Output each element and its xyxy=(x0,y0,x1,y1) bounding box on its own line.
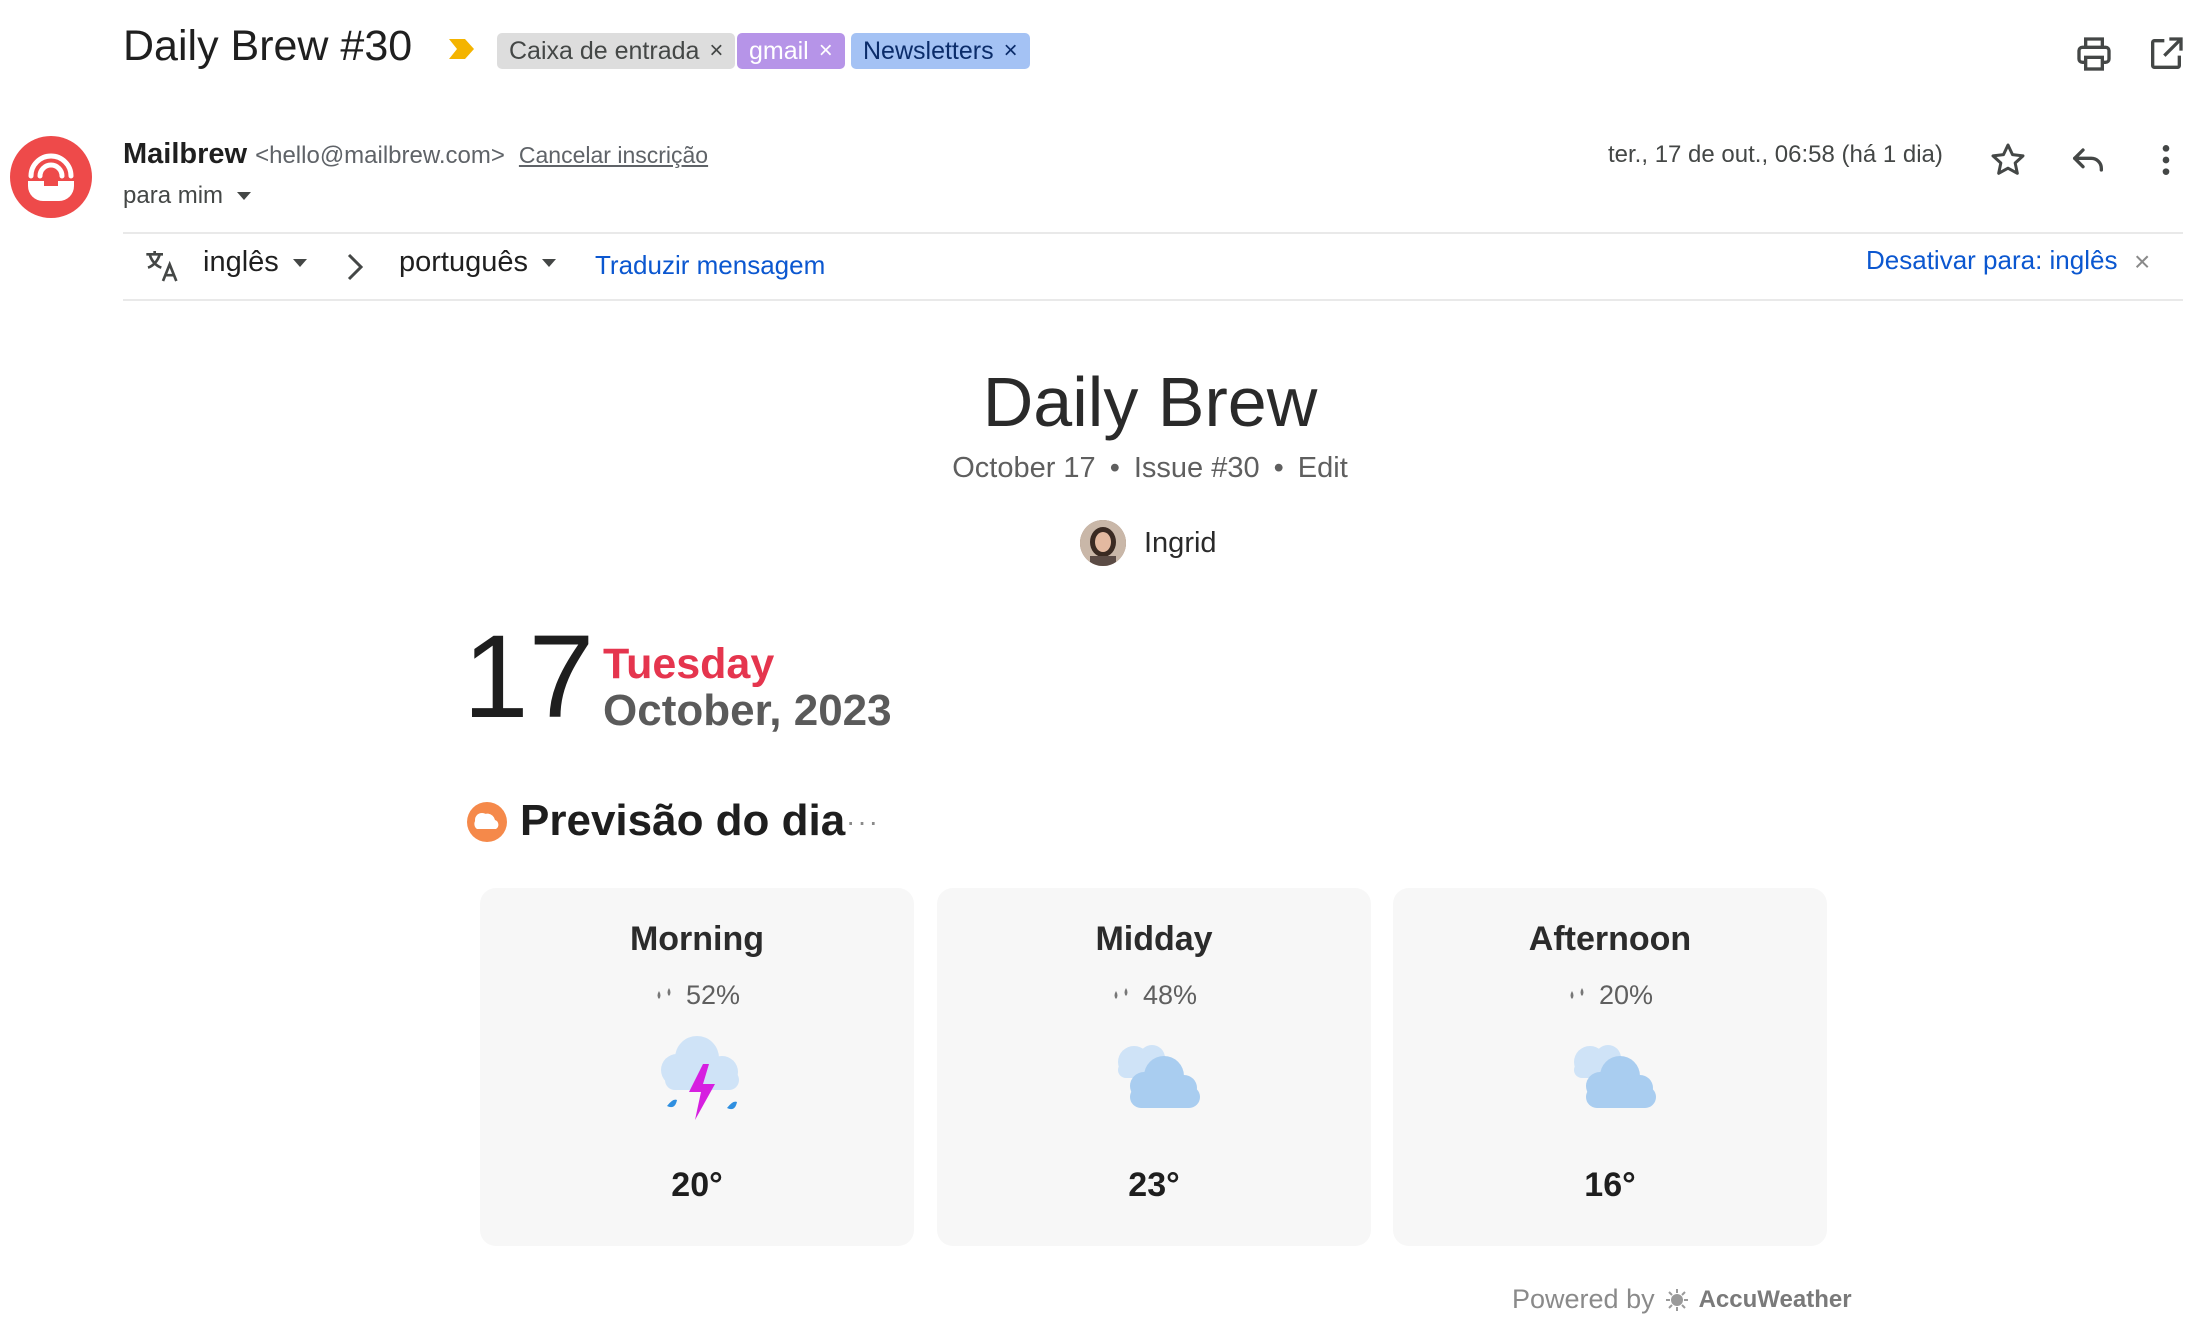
sender-email: <hello@mailbrew.com> xyxy=(255,142,505,169)
sender-avatar[interactable] xyxy=(10,136,92,218)
precipitation: 48% xyxy=(937,980,1371,1011)
star-icon[interactable] xyxy=(1988,140,2028,180)
period-name: Morning xyxy=(629,920,765,958)
email-date: ter., 17 de out., 06:58 (há 1 dia) xyxy=(1608,141,1943,168)
recipient-label: para mim xyxy=(123,182,224,209)
newsletter-title: Daily Brew xyxy=(982,363,1318,441)
temperature: 20° xyxy=(671,1166,723,1204)
caret-down-icon xyxy=(542,258,556,267)
period-name: Afternoon xyxy=(1528,920,1692,958)
day-number: 17 xyxy=(463,611,595,743)
sender-line: Mailbrew <hello@mailbrew.com> Cancelar i… xyxy=(123,138,708,171)
forecast-card-morning: Morning 52% 20° xyxy=(480,888,914,1246)
cloudy-icon xyxy=(1574,1045,1656,1108)
email-subject: Daily Brew #30 xyxy=(123,22,413,70)
remove-label-button[interactable]: × xyxy=(1004,33,1018,69)
label-name: Newsletters xyxy=(863,37,994,65)
author-name: Ingrid xyxy=(1144,526,1217,559)
raindrops-icon xyxy=(1114,987,1128,999)
period-name: Midday xyxy=(1095,920,1213,958)
weekday: Tuesday xyxy=(603,640,775,688)
label-chip-inbox: Caixa de entrada × xyxy=(497,33,736,69)
separator-dot: • xyxy=(1273,452,1284,484)
temperature: 16° xyxy=(1584,1166,1636,1204)
newsletter-meta: October 17 • Issue #30 • Edit xyxy=(0,452,2200,485)
caret-down-icon xyxy=(237,192,252,200)
newsletter-date: October 17 xyxy=(952,452,1096,484)
divider xyxy=(123,299,2183,301)
powered-by: Powered by AccuWeather xyxy=(1512,1284,1852,1315)
source-language-select[interactable]: inglês xyxy=(203,246,307,279)
raindrops-icon xyxy=(1570,987,1584,999)
unsubscribe-link[interactable]: Cancelar inscrição xyxy=(519,142,708,169)
translate-icon xyxy=(146,251,178,282)
target-language-select[interactable]: português xyxy=(399,246,556,279)
accuweather-sun-icon xyxy=(1665,1288,1688,1311)
cloudy-icon xyxy=(1118,1045,1200,1108)
section-more-button[interactable]: ··· xyxy=(846,806,880,838)
newsletter-issue: Issue #30 xyxy=(1133,452,1260,484)
print-icon[interactable] xyxy=(2074,34,2114,74)
target-language-value: português xyxy=(399,246,528,278)
close-translate-bar-button[interactable]: × xyxy=(2134,246,2150,278)
temperature: 23° xyxy=(1128,1166,1180,1204)
mailbrew-logo-icon xyxy=(28,153,74,201)
precipitation-value: 52% xyxy=(685,980,741,1010)
label-name: Caixa de entrada xyxy=(509,37,700,65)
label-name: gmail xyxy=(749,37,809,65)
thunderstorm-rain-icon xyxy=(661,1036,739,1120)
label-chip-gmail: gmail × xyxy=(737,33,845,69)
open-in-new-window-icon[interactable] xyxy=(2146,34,2186,74)
month-year: October, 2023 xyxy=(603,686,892,735)
forecast-card-midday: Midday 48% 23° xyxy=(937,888,1371,1246)
precipitation: 52% xyxy=(480,980,914,1011)
remove-label-button[interactable]: × xyxy=(709,33,723,69)
raindrops-icon xyxy=(657,987,671,999)
author-avatar xyxy=(1080,520,1126,566)
precipitation: 20% xyxy=(1393,980,1827,1011)
weather-section-icon xyxy=(467,802,507,842)
source-language-value: inglês xyxy=(203,246,279,278)
recipient-details-toggle[interactable]: para mim xyxy=(123,182,252,210)
label-chip-newsletters: Newsletters × xyxy=(851,33,1030,69)
precipitation-value: 48% xyxy=(1142,980,1198,1010)
provider-name[interactable]: AccuWeather xyxy=(1699,1286,1852,1314)
forecast-card-afternoon: Afternoon 20% 16° xyxy=(1393,888,1827,1246)
sender-name[interactable]: Mailbrew xyxy=(123,138,247,171)
importance-marker-icon[interactable] xyxy=(447,36,477,62)
reply-icon[interactable] xyxy=(2068,140,2108,180)
author: Ingrid xyxy=(1080,520,1217,566)
remove-label-button[interactable]: × xyxy=(819,33,833,69)
section-title: Previsão do dia xyxy=(520,796,846,845)
caret-down-icon xyxy=(292,258,307,267)
precipitation-value: 20% xyxy=(1598,980,1654,1010)
edit-link[interactable]: Edit xyxy=(1298,452,1348,485)
powered-by-label: Powered by xyxy=(1512,1284,1655,1314)
chevron-right-icon xyxy=(347,253,364,281)
divider xyxy=(123,232,2183,234)
separator-dot: • xyxy=(1109,452,1120,484)
disable-translation-link[interactable]: Desativar para: inglês xyxy=(1866,245,2117,276)
more-vert-icon[interactable] xyxy=(2146,140,2186,180)
translate-message-link[interactable]: Traduzir mensagem xyxy=(595,250,825,281)
translate-bar: inglês português Traduzir mensagem Desat… xyxy=(123,236,2183,300)
